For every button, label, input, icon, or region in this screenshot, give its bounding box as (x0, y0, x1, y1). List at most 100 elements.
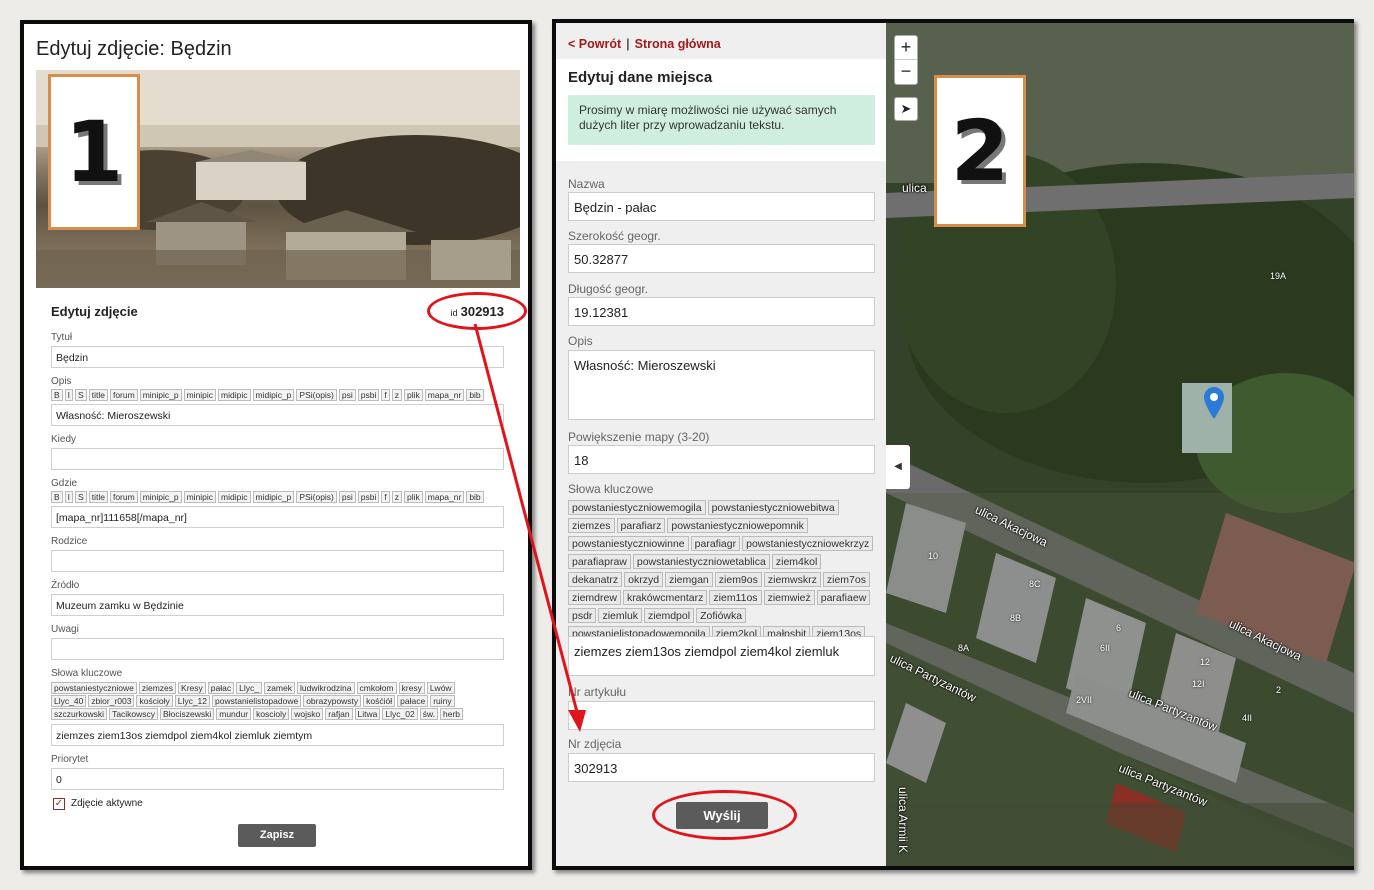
format-button[interactable]: B (51, 491, 63, 503)
format-button[interactable]: bib (466, 491, 484, 503)
keyword-tag[interactable]: ziemzes (138, 682, 177, 694)
keyword-tag[interactable]: pałace (397, 695, 429, 707)
lon-input[interactable]: 19.12381 (568, 297, 875, 326)
keyword-tag[interactable]: ziem4kol (771, 554, 822, 569)
back-link[interactable]: < Powrót (568, 37, 621, 51)
format-button[interactable]: I (64, 389, 74, 401)
gdzie-input[interactable]: [mapa_nr]111658[/mapa_nr] (51, 506, 504, 528)
keyword-tag[interactable]: wojsko (291, 708, 324, 720)
keyword-tag[interactable]: cmkołom (356, 682, 397, 694)
keyword-tag[interactable]: Kresy (178, 682, 206, 694)
active-checkbox[interactable]: ✓ (53, 798, 65, 810)
zoom-in-button[interactable]: + (895, 36, 917, 60)
keyword-tag[interactable]: ziemdpol (644, 608, 695, 623)
keyword-tag[interactable]: ziemwież (763, 590, 815, 605)
keyword-tag[interactable]: ziemzes (568, 518, 615, 533)
collapse-panel-icon[interactable]: ◀ (886, 445, 910, 489)
slowa-input[interactable]: ziemzes ziem13os ziemdpol ziem4kol zieml… (51, 724, 504, 746)
keyword-tag[interactable]: Llyc_ (236, 682, 262, 694)
format-button[interactable]: z (391, 389, 402, 401)
format-button[interactable]: midipic_p (252, 491, 295, 503)
format-button[interactable]: title (88, 389, 108, 401)
keyword-tag[interactable]: Tacikowscy (109, 708, 159, 720)
format-button[interactable]: B (51, 389, 63, 401)
keyword-tag[interactable]: Llyc_12 (174, 695, 211, 707)
keyword-tag[interactable]: powstaniestyczniowepomnik (667, 518, 808, 533)
keyword-tag[interactable]: rafjan (325, 708, 353, 720)
keyword-tag[interactable]: ziem11os (709, 590, 762, 605)
opis-input[interactable]: Własność: Mieroszewski (51, 404, 504, 426)
format-button[interactable]: psi (338, 491, 356, 503)
artykul-input[interactable] (568, 701, 875, 730)
format-button[interactable]: PSi(opis) (296, 491, 337, 503)
zoom-input[interactable]: 18 (568, 445, 875, 474)
keyword-tag[interactable]: powstaniestyczniowe (51, 682, 137, 694)
keyword-tag[interactable]: powstaniestyczniowekrzyz (742, 536, 874, 551)
format-button[interactable]: minipic (183, 389, 217, 401)
format-button[interactable]: S (75, 491, 87, 503)
format-button[interactable]: psbi (357, 389, 380, 401)
keyword-tag[interactable]: Llyc_40 (51, 695, 87, 707)
format-button[interactable]: f (381, 491, 390, 503)
format-button[interactable]: plik (403, 491, 423, 503)
keyword-tag[interactable]: mundur (216, 708, 252, 720)
format-button[interactable]: S (75, 389, 87, 401)
format-button[interactable]: midipic_p (252, 389, 295, 401)
zoom-out-button[interactable]: − (895, 60, 917, 84)
keyword-tag[interactable]: zamek (263, 682, 295, 694)
keyword-tag[interactable]: koscioly (253, 708, 290, 720)
keyword-tag[interactable]: parafiagr (690, 536, 741, 551)
keyword-tag[interactable]: Zofiówka (696, 608, 747, 623)
location-marker-icon[interactable] (1204, 387, 1224, 419)
format-button[interactable]: plik (403, 389, 423, 401)
format-button[interactable]: mapa_nr (424, 491, 465, 503)
lat-input[interactable]: 50.32877 (568, 244, 875, 273)
format-button[interactable]: PSi(opis) (296, 389, 337, 401)
keyword-tag[interactable]: Lwów (426, 682, 455, 694)
keyword-tag[interactable]: ziemgan (665, 572, 713, 587)
rodzice-input[interactable] (51, 550, 504, 572)
format-button[interactable]: I (64, 491, 74, 503)
format-button[interactable]: psbi (357, 491, 380, 503)
format-button[interactable]: midipic (218, 491, 251, 503)
keyword-tag[interactable]: św. (419, 708, 438, 720)
keyword-tag[interactable]: kościoły (136, 695, 173, 707)
format-button[interactable]: forum (109, 491, 138, 503)
format-button[interactable]: minipic_p (139, 491, 182, 503)
format-button[interactable]: minipic_p (139, 389, 182, 401)
keyword-tag[interactable]: ziemwskrz (763, 572, 821, 587)
keyword-tag[interactable]: powstanielistopadowe (212, 695, 302, 707)
keyword-tag[interactable]: ruiny (430, 695, 455, 707)
save-button[interactable]: Zapisz (238, 824, 316, 847)
opis-textarea[interactable]: Własność: Mieroszewski (568, 350, 875, 420)
nazwa-input[interactable]: Będzin - pałac (568, 192, 875, 221)
keyword-tag[interactable]: obrazypowsty (303, 695, 362, 707)
format-button[interactable]: title (88, 491, 108, 503)
format-button[interactable]: f (381, 389, 390, 401)
home-link[interactable]: Strona główna (635, 37, 721, 51)
priorytet-input[interactable]: 0 (51, 768, 504, 790)
locate-icon[interactable]: ➤ (894, 97, 918, 121)
format-button[interactable]: midipic (218, 389, 251, 401)
keyword-tag[interactable]: ziem7os (822, 572, 870, 587)
keyword-tag[interactable]: parafiapraw (568, 554, 631, 569)
keyword-tag[interactable]: psdr (568, 608, 597, 623)
format-button[interactable]: bib (466, 389, 484, 401)
keyword-tag[interactable]: powstaniestyczniowetablica (632, 554, 770, 569)
keyword-tag[interactable]: powstaniestyczniowinne (568, 536, 689, 551)
format-button[interactable]: psi (338, 389, 356, 401)
tytul-input[interactable]: Będzin (51, 346, 504, 368)
keyword-tag[interactable]: kresy (398, 682, 425, 694)
zdjecie-input[interactable]: 302913 (568, 753, 875, 782)
format-button[interactable]: forum (109, 389, 138, 401)
keyword-tag[interactable]: kośćiół (363, 695, 396, 707)
keyword-tag[interactable]: ziemluk (598, 608, 643, 623)
satellite-map[interactable]: ulica ulica Akacjowa ulica Akacjowa ulic… (886, 23, 1354, 866)
keyword-tag[interactable]: ziemdrew (568, 590, 621, 605)
keyword-tag[interactable]: dekanatrz (568, 572, 623, 587)
format-button[interactable]: z (391, 491, 402, 503)
uwagi-input[interactable] (51, 638, 504, 660)
format-button[interactable]: mapa_nr (424, 389, 465, 401)
kiedy-input[interactable] (51, 448, 504, 470)
format-button[interactable]: minipic (183, 491, 217, 503)
